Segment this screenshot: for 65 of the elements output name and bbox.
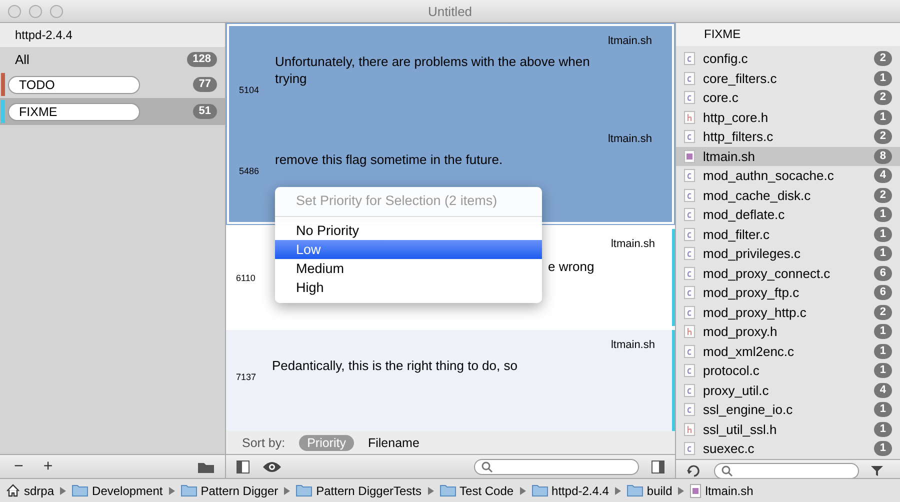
comment-text: Pedantically, this is the right thing to do, so (272, 357, 518, 374)
count-badge: 4 (874, 382, 892, 398)
file-name: ltmain.sh (608, 35, 652, 47)
count-badge: 2 (874, 304, 892, 320)
count-badge: 1 (874, 402, 892, 418)
file-name: mod_cache_disk.c (703, 188, 811, 203)
file-name: mod_privileges.c (703, 246, 801, 262)
count-badge: 1 (874, 70, 892, 86)
comment-text: e wrong (548, 258, 596, 275)
line-number: 6110 (236, 273, 256, 283)
count-badge: 2 (874, 51, 892, 66)
file-name: ssl_util_ssl.h (703, 422, 777, 437)
list-header: FIXME (676, 23, 900, 46)
file-name: core.c (703, 90, 738, 106)
count-badge: 2 (874, 188, 892, 203)
count-badge: 51 (192, 104, 217, 119)
file-name: mod_proxy_http.c (703, 304, 806, 320)
comment-text: Unfortunately, there are problems with the above when trying (275, 53, 591, 87)
file-name: mod_deflate.c (703, 207, 785, 222)
count-badge: 1 (874, 324, 892, 340)
line-number: 5486 (239, 166, 260, 176)
count-badge: 1 (874, 441, 892, 456)
file-name: suexec.c (703, 441, 754, 456)
count-badge: 1 (874, 344, 892, 359)
tag-label: TODO (8, 76, 140, 94)
file-name: mod_proxy_ftp.c (703, 285, 800, 300)
count-badge: 6 (874, 266, 892, 281)
count-badge: 2 (874, 90, 892, 106)
count-badge: 1 (874, 207, 892, 222)
file-name: mod_proxy_connect.c (703, 266, 830, 281)
tag-label: All (14, 52, 30, 66)
file-name: mod_proxy.h (703, 324, 778, 340)
count-badge: 1 (874, 226, 892, 242)
file-name: ltmain.sh (610, 339, 655, 351)
file-name: protocol.c (703, 363, 760, 378)
file-name: http_filters.c (703, 129, 774, 144)
window-title: Untitled (428, 4, 472, 18)
count-badge: 1 (874, 422, 892, 437)
file-name: http_core.h (703, 110, 768, 125)
file-name: ssl_engine_io.c (703, 402, 793, 418)
tag-label: FIXME (8, 102, 140, 120)
count-badge: 6 (874, 285, 892, 300)
count-badge: 1 (874, 246, 892, 262)
sort-label: Sort by: (242, 436, 286, 450)
project-name: httpd-2.4.4 (0, 23, 225, 47)
menu-title: Set Priority for Selection (2 items) (295, 192, 498, 210)
file-name: mod_filter.c (703, 226, 770, 242)
count-badge: 8 (874, 148, 892, 164)
count-badge: 2 (874, 129, 892, 144)
file-name: ltmain.sh (608, 133, 652, 145)
file-name: mod_authn_socache.c (703, 168, 834, 184)
count-badge: 1 (874, 363, 892, 378)
count-badge: 4 (874, 168, 892, 184)
file-name: mod_xml2enc.c (703, 344, 794, 359)
count-badge: 128 (186, 52, 217, 66)
file-name: proxy_util.c (703, 382, 769, 398)
file-name: ltmain.sh (610, 238, 655, 250)
file-name: ltmain.sh (703, 148, 756, 164)
file-name: config.c (703, 51, 748, 66)
comment-text: remove this flag sometime in the future. (275, 151, 504, 168)
count-badge: 77 (192, 77, 217, 92)
count-badge: 1 (874, 110, 892, 125)
line-number: 7137 (236, 372, 258, 382)
line-number: 5104 (239, 85, 260, 95)
file-name: core_filters.c (703, 70, 777, 86)
